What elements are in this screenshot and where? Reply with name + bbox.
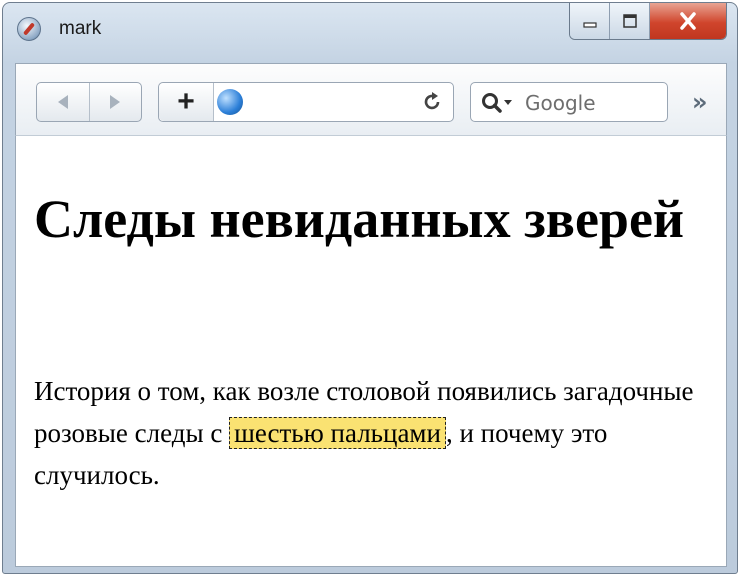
navigation-buttons xyxy=(36,82,142,122)
plus-icon: + xyxy=(177,85,195,118)
address-input[interactable] xyxy=(251,87,415,119)
browser-app-icon xyxy=(17,17,41,41)
search-input[interactable] xyxy=(523,89,665,117)
window-controls xyxy=(569,3,727,40)
page-content: Следы невиданных зверей История о том, к… xyxy=(15,135,727,567)
back-button[interactable] xyxy=(37,83,89,121)
add-bookmark-button[interactable]: + xyxy=(159,83,214,121)
globe-icon xyxy=(217,89,243,115)
minimize-icon xyxy=(582,22,597,28)
forward-arrow-icon xyxy=(110,95,121,109)
page-heading: Следы невиданных зверей xyxy=(34,189,685,249)
close-button[interactable] xyxy=(650,3,726,39)
address-bar: + xyxy=(158,82,454,122)
title-bar: mark xyxy=(3,3,737,53)
page-paragraph: История о том, как возле столовой появил… xyxy=(34,370,724,496)
browser-window: mark + Google » Следы невиданных зверей … xyxy=(2,2,738,574)
forward-button[interactable] xyxy=(88,83,142,121)
search-icon[interactable] xyxy=(481,92,517,114)
browser-toolbar: + » xyxy=(15,63,727,135)
back-arrow-icon xyxy=(57,95,68,109)
maximize-icon xyxy=(622,14,637,28)
close-icon xyxy=(680,12,696,30)
reload-icon[interactable] xyxy=(421,91,443,113)
overflow-chevron-icon[interactable]: » xyxy=(692,88,708,116)
window-title: mark xyxy=(59,18,102,39)
minimize-button[interactable] xyxy=(570,3,610,39)
highlighted-text: шестью пальцами xyxy=(229,417,446,449)
search-box xyxy=(470,82,668,122)
maximize-button[interactable] xyxy=(610,3,650,39)
